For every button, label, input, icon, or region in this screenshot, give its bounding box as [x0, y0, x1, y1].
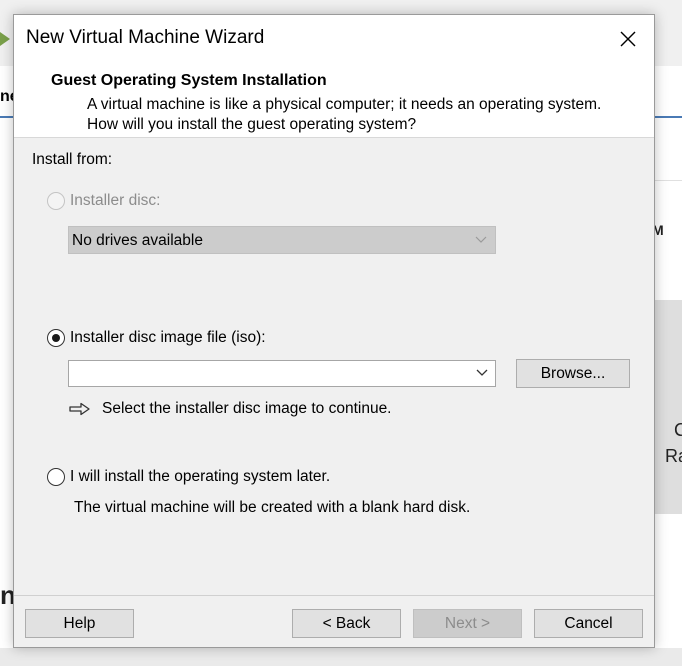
close-icon	[620, 31, 636, 47]
wizard-body: Install from: Installer disc: No drives …	[14, 138, 654, 647]
new-vm-wizard-dialog: New Virtual Machine Wizard Guest Operati…	[13, 14, 655, 648]
install-later-description: The virtual machine will be created with…	[74, 499, 471, 516]
help-button[interactable]: Help	[25, 609, 134, 638]
background-status-bar	[0, 648, 682, 666]
installer-disc-radio[interactable]	[47, 192, 65, 210]
iso-path-input[interactable]	[71, 363, 465, 385]
install-later-radio[interactable]	[47, 468, 65, 486]
wizard-step-description: A virtual machine is like a physical com…	[87, 96, 602, 133]
background-text-c: C	[674, 420, 682, 440]
wizard-header: Guest Operating System Installation A vi…	[14, 61, 654, 138]
cancel-button[interactable]: Cancel	[534, 609, 643, 638]
iso-label: Installer disc image file (iso):	[70, 329, 266, 346]
background-panel	[654, 180, 682, 301]
dialog-title: New Virtual Machine Wizard	[26, 27, 265, 48]
iso-hint-text: Select the installer disc image to conti…	[102, 400, 392, 417]
install-later-label: I will install the operating system late…	[70, 468, 331, 485]
wizard-step-title: Guest Operating System Installation	[51, 72, 327, 89]
arrow-right-icon	[69, 402, 90, 416]
next-button[interactable]: Next >	[413, 609, 522, 638]
drive-select-value: No drives available	[72, 232, 203, 249]
install-from-label: Install from:	[32, 151, 113, 168]
chevron-down-icon	[475, 236, 487, 243]
dialog-titlebar[interactable]: New Virtual Machine Wizard	[14, 15, 654, 61]
drive-select[interactable]: No drives available	[68, 226, 496, 254]
background-text-ra: Ra	[665, 446, 682, 466]
browse-button[interactable]: Browse...	[516, 359, 630, 388]
iso-radio[interactable]	[47, 329, 65, 347]
chevron-down-icon[interactable]	[476, 369, 488, 377]
play-icon	[0, 32, 10, 46]
footer-divider	[14, 595, 654, 596]
installer-disc-label: Installer disc:	[70, 192, 161, 209]
close-button[interactable]	[610, 23, 646, 55]
iso-path-combo[interactable]	[68, 360, 496, 387]
background-panel-gray	[654, 300, 682, 514]
back-button[interactable]: < Back	[292, 609, 401, 638]
